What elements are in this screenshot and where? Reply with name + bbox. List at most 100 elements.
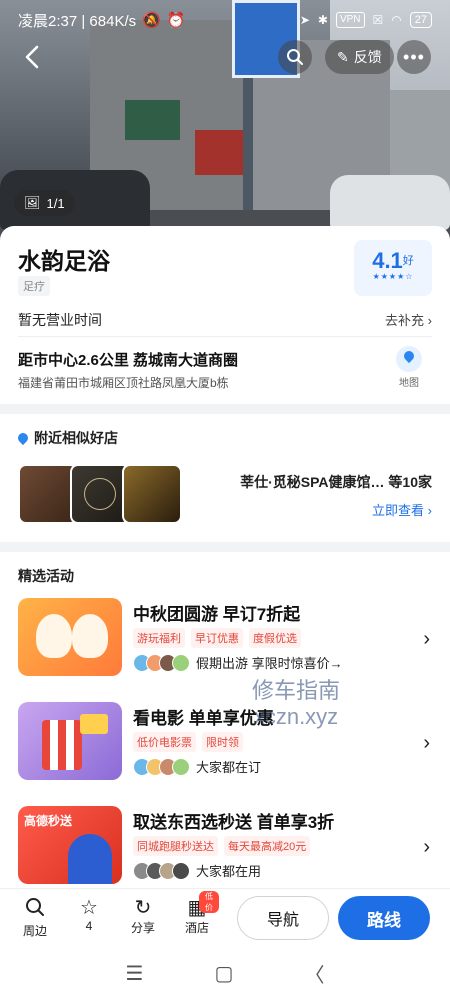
activity-tags: 游玩福利 早订优惠 度假优选 <box>133 628 301 648</box>
activity-image <box>18 598 122 676</box>
map-pin-icon <box>396 346 422 372</box>
system-nav-bar: ☰ ▢ 〈 <box>0 946 450 1000</box>
share-tool-label: 分享 <box>130 921 155 935</box>
activity-tag: 每天最高减20元 <box>224 836 311 856</box>
photo-car <box>330 175 450 230</box>
vpn-badge: VPN <box>335 12 365 28</box>
avatar-group <box>133 653 190 672</box>
favorite-tool[interactable]: ☆ 4 <box>67 897 111 933</box>
back-nav-icon[interactable]: 〈 <box>304 959 324 988</box>
ticket-icon <box>80 714 108 734</box>
nearby-title: 附近相似好店 <box>15 428 118 448</box>
star-icon: ☆ <box>80 897 98 919</box>
feedback-button[interactable]: ✎ 反馈 <box>325 40 394 74</box>
activity-tag: 限时领 <box>202 732 243 752</box>
bottom-toolbar: 周边 ☆ 4 ↻ 分享 低价 ▦ 酒店 导航 路线 <box>0 888 450 946</box>
status-bar: 凌晨2:37 | 684K/s 🔕 ⏰ ➤ ✱ VPN ☒ ◠ 27 <box>0 0 450 40</box>
nearby-title-label: 附近相似好店 <box>34 430 118 446</box>
activity-tags: 同城跑腿秒送达 每天最高减20元 <box>133 836 311 856</box>
divider <box>18 336 432 337</box>
photo-sign <box>195 130 250 175</box>
rabbit-icon <box>72 614 108 658</box>
nearby-section: 附近相似好店 莘仕·觅秘SPA健康馆… 等10家 立即查看 › <box>0 414 450 542</box>
watermark: 修车指南 xczn.xyz <box>252 678 340 730</box>
activity-tag: 低价电影票 <box>133 732 196 752</box>
activity-title: 中秋团圆游 早订7折起 <box>133 605 301 624</box>
activity-item[interactable]: 中秋团圆游 早订7折起 游玩福利 早订优惠 度假优选 假期出游 享限时惊喜价→ … <box>0 598 450 686</box>
activity-image-text: 高德秒送 <box>24 814 73 828</box>
status-time-speed: 凌晨2:37 | 684K/s <box>18 12 137 30</box>
navigate-button[interactable]: 导航 <box>237 896 329 940</box>
back-button[interactable] <box>18 42 48 72</box>
photo-count-badge[interactable]: 🖼 1/1 <box>14 190 75 216</box>
shop-name: 水韵足浴 <box>18 248 110 274</box>
photo-count-label: 1/1 <box>46 195 65 211</box>
address[interactable]: 福建省莆田市城厢区顶社路凤凰大厦b栋 <box>18 374 229 391</box>
avatar-group <box>133 757 190 776</box>
more-button[interactable]: ••• <box>397 40 431 74</box>
avatar <box>172 861 190 880</box>
rating-score: 4.1 <box>372 248 403 273</box>
photo-sign <box>125 100 180 140</box>
activity-bottom-text: 大家都在用 <box>196 864 262 879</box>
nearby-thumbnail <box>18 464 78 524</box>
business-hours: 暂无营业时间 <box>18 312 102 328</box>
search-icon <box>287 49 303 65</box>
search-button[interactable] <box>278 40 312 74</box>
rating-box[interactable]: 4.1好 ★★★★☆ <box>354 240 432 296</box>
alarm-icon: ⏰ <box>166 12 186 29</box>
mute-icon: 🔕 <box>142 12 161 29</box>
edit-icon: ✎ <box>337 48 349 65</box>
activity-tag: 同城跑腿秒送达 <box>133 836 218 856</box>
watermark-line: xczn.xyz <box>253 704 339 729</box>
hotel-badge: 低价 <box>199 891 219 913</box>
activity-bottom: 大家都在用 <box>133 861 261 880</box>
feedback-label: 反馈 <box>353 49 382 65</box>
activity-tag: 早订优惠 <box>191 628 243 648</box>
activity-tag: 度假优选 <box>249 628 301 648</box>
activity-image <box>18 702 122 780</box>
nearby-names[interactable]: 莘仕·觅秘SPA健康馆… 等10家 <box>240 472 432 492</box>
no-signal-icon: ☒ <box>372 13 384 27</box>
activities-section: 精选活动 中秋团圆游 早订7折起 游玩福利 早订优惠 度假优选 假期出游 享限时… <box>0 552 450 888</box>
nearby-thumbnail <box>122 464 182 524</box>
nearby-tool-label: 周边 <box>22 924 47 938</box>
activity-item[interactable]: 高德秒送 取送东西选秒送 首单享3折 同城跑腿秒送达 每天最高减20元 大家都在… <box>0 806 450 894</box>
menu-icon[interactable]: ☰ <box>126 961 144 986</box>
home-icon[interactable]: ▢ <box>215 961 234 986</box>
supplement-link[interactable]: 去补充 › <box>385 310 432 329</box>
view-now-link[interactable]: 立即查看 › <box>372 500 432 519</box>
nearby-shop-names: 莘仕·觅秘SPA健康馆… <box>240 474 385 490</box>
share-tool[interactable]: ↻ 分享 <box>121 897 165 936</box>
nearby-tool[interactable]: 周边 <box>13 897 57 939</box>
location-icon: ➤ <box>299 13 310 27</box>
shop-info-card: 水韵足浴 足疗 4.1好 ★★★★☆ 暂无营业时间 去补充 › 距市中心2.6公… <box>0 226 450 404</box>
hotel-tool-label: 酒店 <box>184 921 209 935</box>
shop-logo-icon <box>84 478 116 510</box>
category-tag: 足疗 <box>18 276 50 296</box>
watermark-line: 修车指南 <box>252 678 341 703</box>
map-button[interactable]: 地图 <box>392 346 426 389</box>
activity-image: 高德秒送 <box>18 806 122 884</box>
activity-tag: 游玩福利 <box>133 628 185 648</box>
route-button[interactable]: 路线 <box>338 896 430 940</box>
chevron-right-icon: › <box>423 836 430 858</box>
activity-bottom: 假期出游 享限时惊喜价→ <box>133 653 343 672</box>
rating-word: 好 <box>402 255 414 267</box>
distance-info: 距市中心2.6公里 荔城南大道商圈 <box>18 352 239 369</box>
popcorn-icon <box>42 720 82 770</box>
avatar-group <box>133 861 190 880</box>
location-pin-icon <box>15 430 31 446</box>
rabbit-icon <box>36 614 72 658</box>
activity-item[interactable]: 看电影 单单享优惠 低价电影票 限时领 大家都在订 › <box>0 702 450 790</box>
hotel-tool[interactable]: 低价 ▦ 酒店 <box>175 891 219 936</box>
bluetooth-icon: ✱ <box>317 13 328 27</box>
activities-title: 精选活动 <box>18 568 74 584</box>
nearby-thumbnails[interactable] <box>18 464 184 524</box>
supplement-label: 去补充 <box>385 313 425 328</box>
chevron-right-icon: › <box>423 628 430 650</box>
image-icon: 🖼 <box>24 195 41 210</box>
wifi-icon: ◠ <box>391 13 402 27</box>
map-label: 地图 <box>399 378 419 389</box>
share-icon: ↻ <box>134 897 152 919</box>
